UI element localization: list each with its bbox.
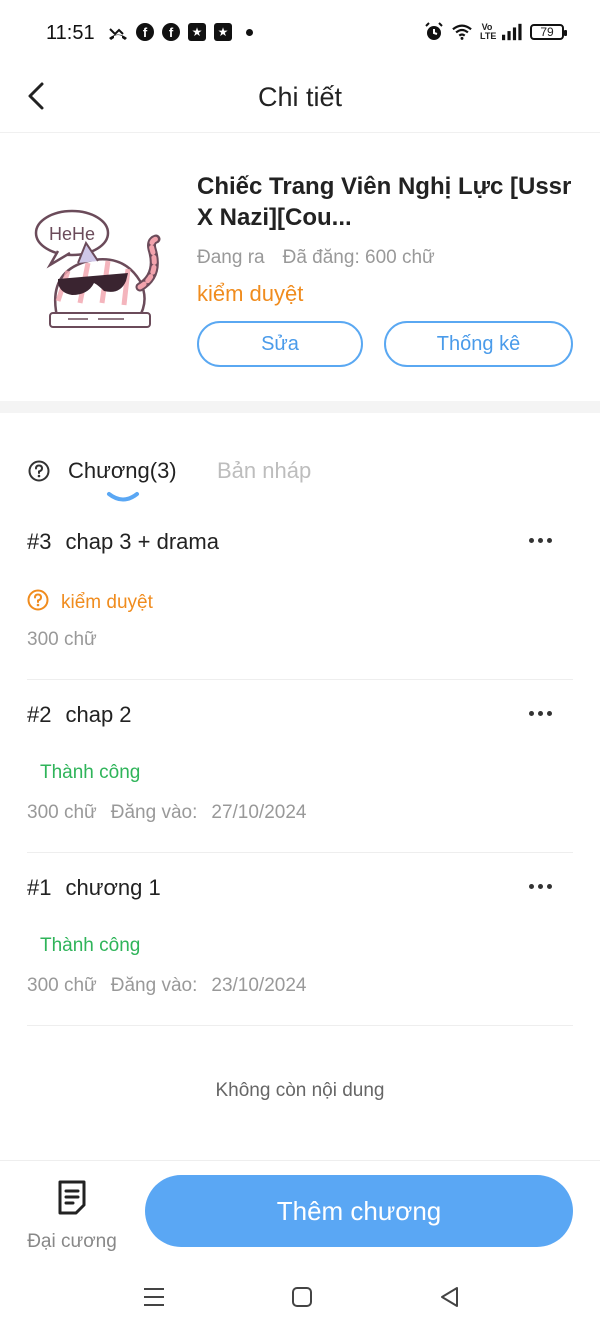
- facebook-icon: f: [136, 23, 154, 41]
- chapter-status-label: kiểm duyệt: [61, 592, 153, 613]
- story-review-status: kiểm duyệt: [197, 281, 304, 306]
- chapter-word-count: 300 chữ: [27, 629, 97, 650]
- story-word-count: Đã đăng: 600 chữ: [282, 247, 435, 268]
- stats-button[interactable]: Thống kê: [384, 321, 573, 367]
- notification-icons: f f ★ ★: [108, 22, 253, 42]
- chapter-name: chap 2: [65, 702, 132, 727]
- story-status: Đang ra: [197, 247, 265, 268]
- chapter-name: chương 1: [65, 875, 161, 900]
- chapter-item[interactable]: #3 chap 3 + drama kiểm duyệt 300 chữ: [27, 507, 573, 680]
- published-label: Đăng vào:: [110, 975, 198, 996]
- chapter-status: kiểm duyệt: [27, 589, 153, 617]
- back-icon[interactable]: [437, 1284, 463, 1310]
- cover-text: HeHe: [49, 224, 95, 244]
- story-card: HeHe Chiếc Trang Viên Nghị Lực [Ussr X N…: [0, 133, 600, 401]
- published-date: 23/10/2024: [211, 975, 307, 996]
- system-navigation-bar: [0, 1262, 600, 1333]
- facebook-icon: f: [162, 23, 180, 41]
- chapter-info: 300 chữ: [27, 629, 97, 651]
- wifi-icon: [452, 22, 472, 42]
- chapter-item[interactable]: #2 chap 2 Thành công 300 chữ Đăng vào: 27/1…: [27, 680, 573, 853]
- alarm-icon: [424, 22, 444, 42]
- battery-icon: 79: [530, 24, 567, 40]
- chapter-number: #1: [27, 875, 52, 900]
- edit-button[interactable]: Sửa: [197, 321, 363, 367]
- status-time: 11:51: [46, 22, 95, 44]
- chapter-info: 300 chữ Đăng vào: 23/10/2024: [27, 975, 306, 997]
- outline-label: Đại cương: [27, 1231, 117, 1252]
- chapter-number: #2: [27, 702, 52, 727]
- chapter-name: chap 3 + drama: [65, 529, 219, 554]
- chapter-item[interactable]: #1 chương 1 Thành công 300 chữ Đăng vào: 23…: [27, 853, 573, 1026]
- more-options-icon[interactable]: [529, 704, 555, 722]
- chapter-title: #2 chap 2: [27, 702, 132, 728]
- help-icon: [27, 589, 49, 617]
- chapter-word-count: 300 chữ: [27, 802, 97, 823]
- chapter-status-label: Thành công: [40, 762, 141, 783]
- tab-active-indicator: [106, 490, 140, 502]
- battery-level: 79: [540, 25, 554, 39]
- missed-call-icon: [108, 22, 128, 42]
- chapter-word-count: 300 chữ: [27, 975, 97, 996]
- chapter-title: #1 chương 1: [27, 875, 161, 901]
- outline-button[interactable]: Đại cương: [22, 1179, 122, 1259]
- app-icon: ★: [214, 23, 232, 41]
- chapter-title: #3 chap 3 + drama: [27, 529, 219, 555]
- chapter-number: #3: [27, 529, 52, 554]
- chapter-status: Thành công: [40, 935, 140, 957]
- volte-icon: Vo LTE: [480, 22, 497, 41]
- app-icon: ★: [188, 23, 206, 41]
- chapter-status-label: Thành công: [40, 935, 141, 956]
- chapter-info: 300 chữ Đăng vào: 27/10/2024: [27, 802, 306, 824]
- published-label: Đăng vào:: [110, 802, 198, 823]
- tab-bar: Chương(3) Bản nháp: [0, 440, 600, 510]
- story-cover-image[interactable]: HeHe: [28, 191, 168, 341]
- page-title: Chi tiết: [257, 82, 343, 112]
- menu-icon[interactable]: [141, 1284, 167, 1310]
- add-chapter-button[interactable]: Thêm chương: [145, 1175, 573, 1247]
- published-date: 27/10/2024: [211, 802, 307, 823]
- status-bar: 11:51 f f ★ ★ Vo LTE 79: [0, 0, 600, 70]
- more-options-icon[interactable]: [529, 531, 555, 549]
- tab-drafts[interactable]: Bản nháp: [217, 458, 311, 484]
- more-options-icon[interactable]: [529, 877, 555, 895]
- document-icon: [56, 1179, 88, 1215]
- system-icons: Vo LTE 79: [424, 22, 567, 42]
- signal-icon: [502, 22, 522, 42]
- app-header: Chi tiết: [0, 62, 600, 133]
- dot-icon: [246, 28, 253, 36]
- home-icon[interactable]: [289, 1284, 315, 1310]
- tab-chapters[interactable]: Chương(3): [68, 458, 177, 484]
- end-of-list-text: Không còn nội dung: [215, 1080, 385, 1101]
- section-divider: [0, 401, 600, 413]
- chapter-status: Thành công: [40, 762, 140, 784]
- bottom-action-bar: Đại cương Thêm chương: [0, 1160, 600, 1261]
- help-icon[interactable]: [28, 460, 50, 482]
- story-meta: Đang ra Đã đăng: 600 chữ: [197, 247, 435, 269]
- story-title: Chiếc Trang Viên Nghị Lực [Ussr X Nazi][…: [197, 173, 572, 231]
